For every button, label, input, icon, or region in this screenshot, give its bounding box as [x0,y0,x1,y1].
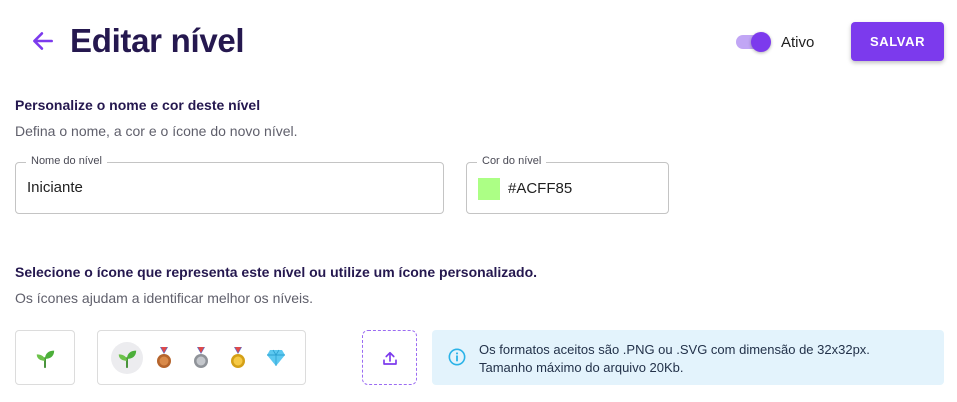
bronze-medal-icon [157,347,171,368]
save-button[interactable]: SALVAR [851,22,944,61]
level-name-label: Nome do nível [26,155,107,167]
active-toggle-label: Ativo [781,34,815,51]
upload-icon [382,351,397,365]
info-text: Os formatos aceitos são .PNG ou .SVG com… [479,341,870,377]
info-alert: Os formatos aceitos são .PNG ou .SVG com… [432,330,944,385]
icon-option-bronze-medal[interactable] [148,342,180,374]
current-icon-preview [15,330,75,385]
upload-icon-button[interactable] [362,330,417,385]
icon-option-seedling[interactable] [111,342,143,374]
name-section-subtitle: Defina o nome, a cor e o ícone do novo n… [15,123,298,139]
level-color-label: Cor do nível [477,155,547,167]
gold-medal-icon [231,347,245,368]
icon-option-gold-medal[interactable] [222,342,254,374]
active-toggle[interactable] [735,31,772,53]
level-name-input[interactable] [27,179,427,196]
info-line-size: Tamanho máximo do arquivo 20Kb. [479,360,684,375]
level-name-field[interactable]: Nome do nível [15,155,444,214]
icon-section-subtitle: Os ícones ajudam a identificar melhor os… [15,290,314,306]
arrow-left-icon [33,32,53,50]
icon-picker [97,330,306,385]
name-section-title: Personalize o nome e cor deste nível [15,97,261,113]
back-button[interactable] [28,26,58,56]
diamond-icon [267,349,285,366]
color-swatch[interactable] [478,178,500,200]
icon-option-diamond[interactable] [260,342,292,374]
toggle-thumb [751,32,771,52]
level-color-field[interactable]: Cor do nível #ACFF85 [466,155,669,214]
icon-section-title: Selecione o ícone que representa este ní… [15,264,538,280]
page-title: Editar nível [70,22,245,59]
info-line-formats: Os formatos aceitos são .PNG ou .SVG com… [479,342,870,357]
icon-option-silver-medal[interactable] [185,342,217,374]
silver-medal-icon [194,347,208,368]
info-icon [448,348,466,366]
seedling-icon [118,350,137,369]
seedling-icon [29,342,61,374]
page-header: Editar nível Ativo SALVAR [0,0,957,90]
color-value: #ACFF85 [508,180,573,197]
